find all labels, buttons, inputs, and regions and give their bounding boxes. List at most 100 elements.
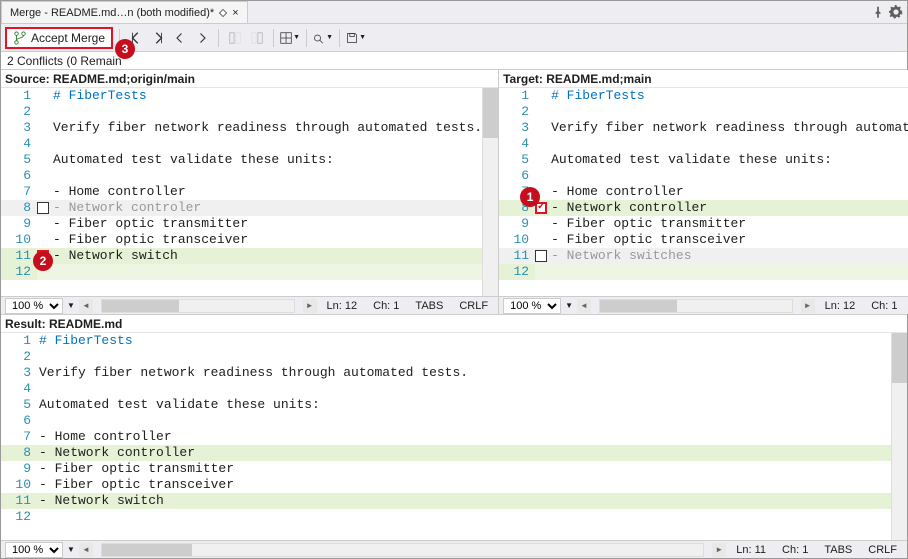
result-pane: Result: README.md 123456789101112 # Fibe… bbox=[1, 315, 907, 558]
code-line[interactable] bbox=[51, 136, 482, 152]
code-line[interactable]: - Home controller bbox=[37, 429, 891, 445]
crlf-indicator[interactable]: CRLF bbox=[862, 544, 903, 556]
layout-button[interactable]: ▼ bbox=[280, 28, 300, 48]
code-line[interactable]: # FiberTests bbox=[37, 333, 891, 349]
target-code[interactable]: # FiberTests Verify fiber network readine… bbox=[549, 88, 908, 296]
toolbar: Accept Merge ▼ ▼ ▼ 3 bbox=[1, 24, 907, 52]
line-indicator: Ln: 12 bbox=[321, 300, 364, 312]
code-line[interactable]: - Fiber optic transceiver bbox=[549, 232, 908, 248]
tabs-indicator[interactable]: TABS bbox=[409, 300, 449, 312]
scroll-left-icon[interactable]: ◄ bbox=[79, 299, 93, 313]
code-line[interactable]: - Network controller bbox=[37, 445, 891, 461]
merge-icon bbox=[13, 31, 27, 45]
save-button[interactable]: ▼ bbox=[346, 28, 366, 48]
code-line[interactable] bbox=[549, 136, 908, 152]
line-number: 12 bbox=[499, 264, 535, 280]
close-icon[interactable]: × bbox=[232, 7, 238, 19]
code-line[interactable] bbox=[37, 381, 891, 397]
code-line[interactable]: - Network controller bbox=[549, 200, 908, 216]
scroll-left-icon[interactable]: ◄ bbox=[577, 299, 591, 313]
vertical-scrollbar[interactable] bbox=[482, 88, 498, 296]
line-number: 5 bbox=[1, 397, 37, 413]
col-indicator: Ch: 1 bbox=[367, 300, 405, 312]
ignore-whitespace-button[interactable]: ▼ bbox=[313, 28, 333, 48]
accept-merge-label: Accept Merge bbox=[31, 31, 105, 45]
code-line[interactable] bbox=[549, 168, 908, 184]
zoom-select[interactable]: 100 % bbox=[5, 542, 63, 558]
take-left-button[interactable] bbox=[225, 28, 245, 48]
line-number: 10 bbox=[1, 477, 37, 493]
code-line[interactable] bbox=[37, 349, 891, 365]
code-line[interactable]: - Fiber optic transceiver bbox=[51, 232, 482, 248]
accept-merge-button[interactable]: Accept Merge bbox=[5, 27, 113, 49]
code-line[interactable]: - Network switches bbox=[549, 248, 908, 264]
code-line[interactable]: Automated test validate these units: bbox=[37, 397, 891, 413]
code-line[interactable]: Automated test validate these units: bbox=[51, 152, 482, 168]
scroll-right-icon[interactable]: ► bbox=[712, 543, 726, 557]
line-number: 8 bbox=[1, 200, 37, 216]
code-line[interactable]: - Network controler bbox=[51, 200, 482, 216]
line-number: 6 bbox=[1, 168, 37, 184]
next-conflict-button[interactable] bbox=[148, 28, 168, 48]
zoom-select[interactable]: 100 % bbox=[5, 298, 63, 314]
unchecked-checkbox[interactable] bbox=[37, 202, 49, 214]
toolbar-separator bbox=[339, 29, 340, 47]
zoom-select[interactable]: 100 % bbox=[503, 298, 561, 314]
line-indicator: Ln: 12 bbox=[819, 300, 862, 312]
pin-icon[interactable] bbox=[871, 5, 885, 19]
code-line[interactable] bbox=[51, 104, 482, 120]
line-number: 1 bbox=[1, 333, 37, 349]
toolbar-separator bbox=[273, 29, 274, 47]
prev-diff-button[interactable] bbox=[170, 28, 190, 48]
scroll-left-icon[interactable]: ◄ bbox=[79, 543, 93, 557]
code-line[interactable] bbox=[549, 264, 908, 280]
code-line[interactable]: - Network switch bbox=[37, 493, 891, 509]
code-line[interactable]: # FiberTests bbox=[51, 88, 482, 104]
tabs-indicator[interactable]: TABS bbox=[818, 544, 858, 556]
line-number: 9 bbox=[1, 216, 37, 232]
gear-icon[interactable] bbox=[889, 5, 903, 19]
line-number: 11 bbox=[1, 248, 37, 264]
horizontal-scrollbar[interactable] bbox=[101, 299, 295, 313]
result-gutter: 123456789101112 bbox=[1, 333, 37, 540]
scroll-right-icon[interactable]: ► bbox=[303, 299, 317, 313]
result-code[interactable]: # FiberTests Verify fiber network readine… bbox=[37, 333, 891, 540]
take-right-button[interactable] bbox=[247, 28, 267, 48]
code-line[interactable]: - Fiber optic transmitter bbox=[37, 461, 891, 477]
horizontal-scrollbar[interactable] bbox=[599, 299, 793, 313]
source-code[interactable]: # FiberTests Verify fiber network readine… bbox=[51, 88, 482, 296]
code-line[interactable] bbox=[51, 264, 482, 280]
horizontal-scrollbar[interactable] bbox=[101, 543, 704, 557]
code-line[interactable]: Verify fiber network readiness through a… bbox=[549, 120, 908, 136]
title-bar: Merge - README.md…n (both modified)* × bbox=[1, 1, 907, 24]
code-line[interactable] bbox=[51, 168, 482, 184]
line-number: 7 bbox=[1, 429, 37, 445]
code-line[interactable]: # FiberTests bbox=[549, 88, 908, 104]
code-line[interactable]: - Fiber optic transmitter bbox=[549, 216, 908, 232]
tab-title: Merge - README.md…n (both modified)* bbox=[10, 7, 214, 19]
scroll-right-icon[interactable]: ► bbox=[801, 299, 815, 313]
line-number: 9 bbox=[1, 461, 37, 477]
line-number: 9 bbox=[499, 216, 535, 232]
code-line[interactable]: - Fiber optic transceiver bbox=[37, 477, 891, 493]
crlf-indicator[interactable]: CRLF bbox=[453, 300, 494, 312]
code-line[interactable]: - Fiber optic transmitter bbox=[51, 216, 482, 232]
code-line[interactable]: Verify fiber network readiness through a… bbox=[37, 365, 891, 381]
code-line[interactable]: - Home controller bbox=[51, 184, 482, 200]
vertical-scrollbar[interactable] bbox=[891, 333, 907, 540]
code-line[interactable]: - Network switch bbox=[51, 248, 482, 264]
code-line[interactable] bbox=[37, 509, 891, 525]
unchecked-checkbox[interactable] bbox=[535, 250, 547, 262]
code-line[interactable] bbox=[37, 413, 891, 429]
document-tab[interactable]: Merge - README.md…n (both modified)* × bbox=[1, 1, 248, 23]
line-indicator: Ln: 11 bbox=[730, 544, 772, 556]
code-line[interactable]: Automated test validate these units: bbox=[549, 152, 908, 168]
code-line[interactable] bbox=[549, 104, 908, 120]
line-number: 1 bbox=[1, 88, 37, 104]
next-diff-button[interactable] bbox=[192, 28, 212, 48]
line-number: 6 bbox=[1, 413, 37, 429]
line-number: 4 bbox=[499, 136, 535, 152]
code-line[interactable]: Verify fiber network readiness through a… bbox=[51, 120, 482, 136]
annotation-badge-2: 2 bbox=[33, 251, 53, 271]
code-line[interactable]: - Home controller bbox=[549, 184, 908, 200]
